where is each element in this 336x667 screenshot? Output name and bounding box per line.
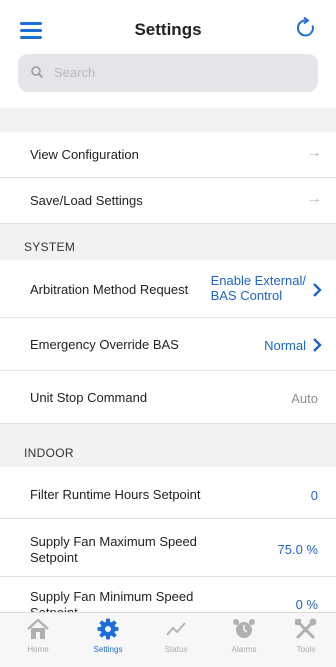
filter-runtime-row[interactable]: Filter Runtime Hours Setpoint 0 xyxy=(0,467,336,519)
supply-fan-max-value: 75.0 % xyxy=(277,542,318,557)
arrow-right-icon: → xyxy=(306,190,322,207)
filter-runtime-value: 0 xyxy=(310,488,318,503)
emergency-override-row[interactable]: Emergency Override BAS Normal xyxy=(0,318,336,371)
indoor-section-header: INDOOR xyxy=(0,424,336,467)
emergency-override-value: Normal xyxy=(264,338,306,353)
chevron-right-icon xyxy=(313,283,322,297)
emergency-override-label: Emergency Override BAS xyxy=(30,337,179,352)
gear-icon xyxy=(97,618,119,640)
unit-stop-value: Auto xyxy=(291,391,318,406)
tab-tools-label: Tools xyxy=(296,645,316,654)
chevron-right-icon xyxy=(313,338,322,352)
unit-stop-label: Unit Stop Command xyxy=(30,390,148,405)
save-load-settings-row[interactable]: Save/Load Settings → xyxy=(0,178,336,224)
tab-settings-label: Settings xyxy=(93,645,123,654)
tab-alarms-label: Alarms xyxy=(231,645,257,654)
arbitration-method-label: Arbitration Method Request xyxy=(30,282,189,297)
tab-bar: Home Settings Status Alarms Tools xyxy=(0,612,336,667)
alarm-clock-icon xyxy=(233,619,255,638)
page-title: Settings xyxy=(134,20,202,39)
search-icon xyxy=(31,66,44,79)
filter-runtime-label: Filter Runtime Hours Setpoint xyxy=(30,487,201,502)
search-bar: Search xyxy=(0,40,336,108)
tab-settings[interactable]: Settings xyxy=(78,617,138,654)
spacer-band xyxy=(0,108,336,132)
supply-fan-max-label: Supply Fan Maximum Speed Setpoint xyxy=(30,534,197,565)
tab-status[interactable]: Status xyxy=(146,617,206,654)
arrow-right-icon: → xyxy=(306,144,322,161)
tab-tools[interactable]: Tools xyxy=(276,617,336,654)
home-icon xyxy=(27,618,49,639)
system-section-header: SYSTEM xyxy=(0,224,336,260)
refresh-icon[interactable] xyxy=(294,16,318,40)
arbitration-method-value: Enable External/ BAS Control xyxy=(210,273,306,303)
search-placeholder: Search xyxy=(54,65,96,80)
line-chart-icon xyxy=(166,622,186,636)
system-section-label: SYSTEM xyxy=(24,240,76,254)
supply-fan-max-row[interactable]: Supply Fan Maximum Speed Setpoint 75.0 % xyxy=(0,519,336,577)
arbitration-method-row[interactable]: Arbitration Method Request Enable Extern… xyxy=(0,260,336,318)
tab-alarms[interactable]: Alarms xyxy=(214,617,274,654)
view-configuration-row[interactable]: View Configuration → xyxy=(0,132,336,178)
unit-stop-row[interactable]: Unit Stop Command Auto xyxy=(0,371,336,424)
save-load-settings-label: Save/Load Settings xyxy=(30,193,143,208)
tools-icon xyxy=(295,618,317,639)
tab-home-label: Home xyxy=(27,645,49,654)
view-configuration-label: View Configuration xyxy=(30,147,139,162)
supply-fan-min-value: 0 % xyxy=(295,597,318,612)
tab-home[interactable]: Home xyxy=(8,617,68,654)
search-input[interactable]: Search xyxy=(18,54,318,92)
tab-status-label: Status xyxy=(164,645,188,654)
indoor-section-label: INDOOR xyxy=(24,446,74,460)
